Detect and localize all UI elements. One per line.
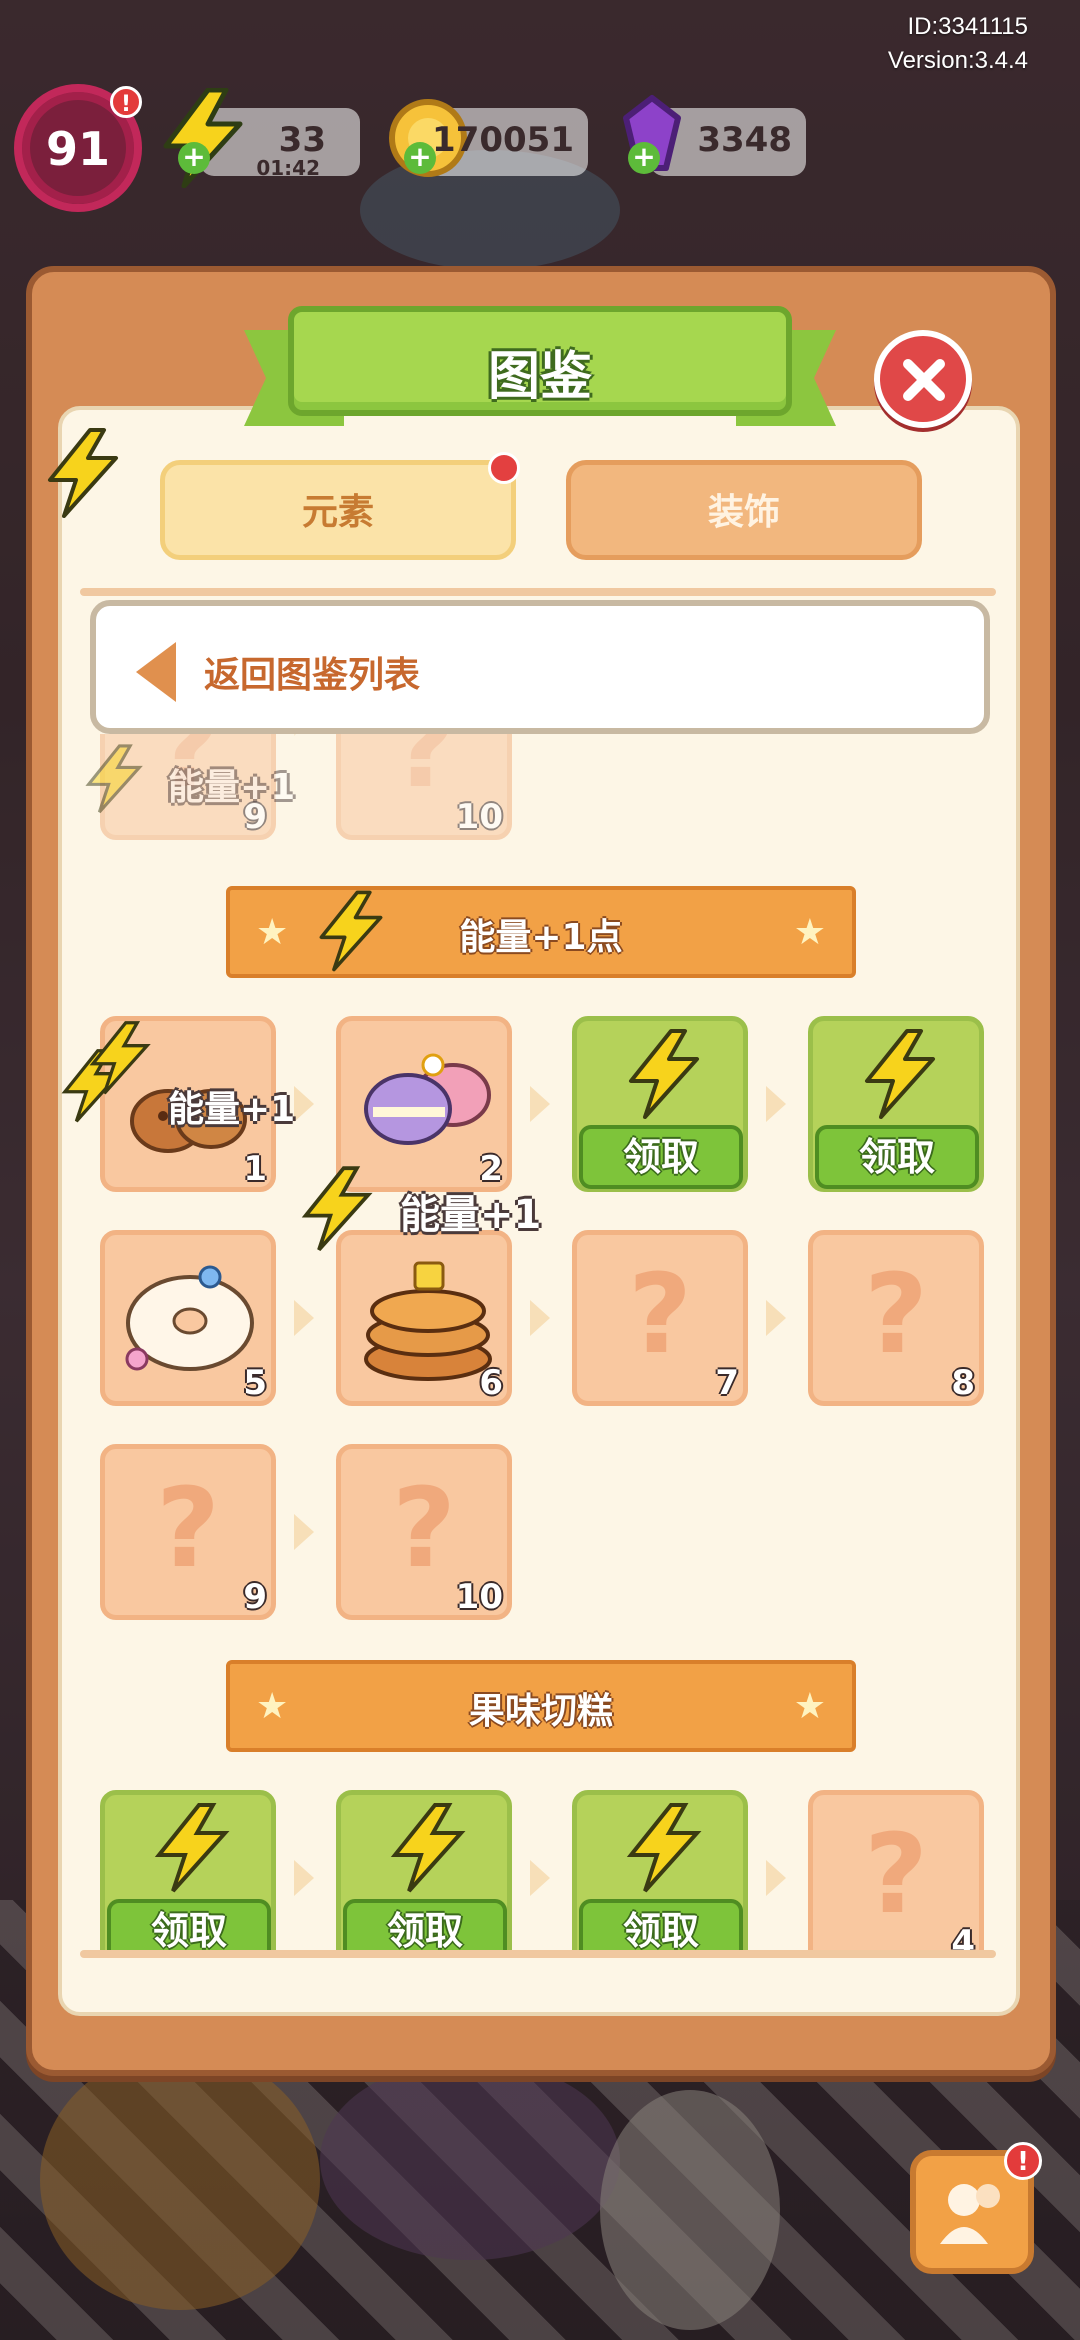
energy-bolt-icon xyxy=(48,428,118,518)
tab-decorations[interactable]: 装饰 xyxy=(566,460,922,560)
friends-icon xyxy=(940,2184,1000,2244)
friends-button[interactable]: ! xyxy=(910,2142,1042,2274)
close-button[interactable] xyxy=(874,330,972,428)
energy-bolt-icon xyxy=(319,890,383,972)
collection-cell-donut[interactable]: 5 xyxy=(100,1230,276,1406)
collection-cell-locked[interactable]: ? 8 xyxy=(808,1230,984,1406)
build-info: ID:3341115 Version:3.4.4 xyxy=(888,10,1028,78)
cell-index: 5 xyxy=(243,1363,267,1403)
unknown-icon: ? xyxy=(392,734,456,812)
section-title: 果味切糕 xyxy=(468,1691,613,1732)
tab-elements[interactable]: 元素 xyxy=(160,460,516,560)
collection-cell-claimable[interactable]: 领取 xyxy=(808,1016,984,1192)
coin-value: 170051 xyxy=(432,120,574,160)
energy-popup-text: 能量+1 xyxy=(168,1089,296,1130)
chevron-right-icon xyxy=(294,1514,314,1550)
chevron-right-icon xyxy=(294,1860,314,1896)
energy-bolt-icon xyxy=(163,88,243,188)
chevron-right-icon xyxy=(766,1086,786,1122)
cell-index: 9 xyxy=(243,1577,267,1617)
collection-cell-locked[interactable]: ? 9 xyxy=(100,1444,276,1620)
unknown-icon: ? xyxy=(864,1250,928,1378)
cell-index: 7 xyxy=(715,1363,739,1403)
energy-bolt-icon xyxy=(85,744,143,814)
cell-index: 10 xyxy=(455,1577,503,1617)
unknown-icon: ? xyxy=(156,1464,220,1592)
unknown-icon: ? xyxy=(392,1464,456,1592)
collection-cell-locked[interactable]: ? 4 xyxy=(808,1790,984,1954)
chevron-right-icon xyxy=(294,734,314,736)
level-number: 91 xyxy=(45,122,110,176)
claim-button[interactable]: 领取 xyxy=(815,1125,979,1189)
back-to-collection-list[interactable]: 返回图鉴列表 xyxy=(90,600,990,734)
unknown-icon: ? xyxy=(864,1810,928,1938)
claim-button[interactable]: 领取 xyxy=(107,1899,271,1954)
collection-cell-locked[interactable]: ? 10 xyxy=(336,1444,512,1620)
back-label: 返回图鉴列表 xyxy=(204,655,421,696)
player-id: ID:3341115 xyxy=(907,13,1028,40)
collection-cell-claimable[interactable]: 领取 xyxy=(572,1790,748,1954)
star-icon: ★ xyxy=(793,1686,826,1727)
cell-index: 10 xyxy=(455,797,503,837)
energy-bolt-icon xyxy=(626,1803,702,1893)
divider xyxy=(80,1950,996,1958)
claim-button[interactable]: 领取 xyxy=(579,1899,743,1954)
unknown-icon: ? xyxy=(628,1250,692,1378)
energy-popup-text: 能量+1 xyxy=(168,767,296,808)
claim-button[interactable]: 领取 xyxy=(579,1125,743,1189)
macarons-icon xyxy=(364,1053,491,1145)
chevron-right-icon xyxy=(294,1086,314,1122)
back-arrow-icon xyxy=(136,642,176,702)
coin-counter[interactable]: + 170051 xyxy=(389,99,588,177)
add-energy-icon[interactable]: + xyxy=(178,142,210,174)
collection-cell-claimable[interactable]: 领取 xyxy=(100,1790,276,1954)
energy-bolt-icon xyxy=(301,1166,373,1252)
chevron-right-icon xyxy=(294,1300,314,1336)
close-icon xyxy=(903,359,945,401)
energy-bolt-icon xyxy=(390,1803,466,1893)
energy-bolt-icon xyxy=(154,1803,230,1893)
collection-cell-locked: ? 10 xyxy=(336,734,512,840)
player-level[interactable]: 91 ! xyxy=(14,84,142,212)
collection-cell-claimable[interactable]: 领取 xyxy=(336,1790,512,1954)
cell-index: 1 xyxy=(243,1149,267,1189)
energy-counter[interactable]: + 33 01:42 xyxy=(163,88,360,188)
dialog-title-plate: 图鉴 xyxy=(288,306,792,416)
energy-popup-text: 能量+1 xyxy=(400,1192,542,1238)
chevron-right-icon xyxy=(766,1300,786,1336)
chevron-right-icon xyxy=(530,1086,550,1122)
level-alert-badge: ! xyxy=(110,86,142,118)
energy-value: 33 xyxy=(278,120,326,160)
collection-list[interactable]: ? 9 ? 10 能量+1 ★ 能量+1点 ★ 1 2 领取 领取 能量+1 5… xyxy=(60,734,1020,1954)
gem-value: 3348 xyxy=(697,120,792,160)
version-text: Version:3.4.4 xyxy=(887,47,1028,74)
energy-bolt-icon xyxy=(865,1029,935,1119)
collection-cell-pancakes[interactable]: 6 xyxy=(336,1230,512,1406)
divider xyxy=(80,588,996,596)
dialog-title: 图鉴 xyxy=(487,347,592,407)
chevron-right-icon xyxy=(530,1860,550,1896)
chevron-right-icon xyxy=(766,1860,786,1896)
add-gems-icon[interactable]: + xyxy=(628,142,660,174)
claim-button[interactable]: 领取 xyxy=(343,1899,507,1954)
alert-badge: ! xyxy=(1004,2142,1042,2180)
collection-cell-locked[interactable]: ? 7 xyxy=(572,1230,748,1406)
chevron-right-icon xyxy=(530,1300,550,1336)
donut-icon xyxy=(125,1265,254,1371)
notification-dot xyxy=(488,452,520,484)
section-banner: ★ 果味切糕 ★ xyxy=(226,1660,856,1752)
star-icon: ★ xyxy=(793,912,826,953)
collection-cell-claimable[interactable]: 领取 xyxy=(572,1016,748,1192)
cell-index: 8 xyxy=(951,1363,975,1403)
gem-counter[interactable]: + 3348 xyxy=(623,95,806,176)
gem-icon xyxy=(623,95,681,171)
cell-index: 6 xyxy=(479,1363,503,1403)
energy-bolt-icon xyxy=(89,1021,151,1095)
energy-timer: 01:42 xyxy=(256,156,320,180)
energy-bolt-icon xyxy=(629,1029,699,1119)
